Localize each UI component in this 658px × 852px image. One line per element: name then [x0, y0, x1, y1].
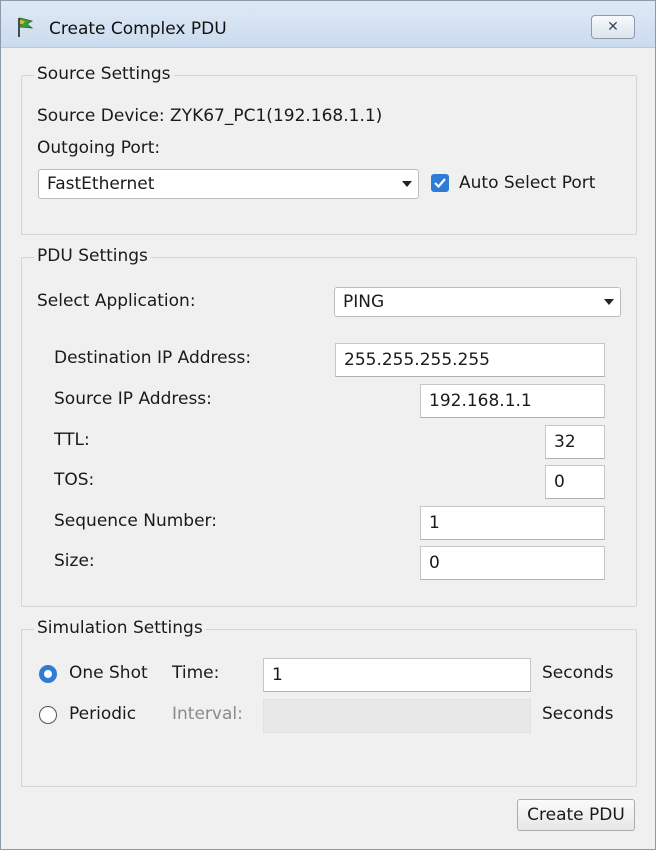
pdu-settings-group: PDU Settings Select Application: PING De… — [21, 246, 637, 607]
interval-input[interactable] — [263, 699, 531, 733]
simulation-settings-group: Simulation Settings One Shot Time: 1 Sec… — [21, 618, 637, 787]
ttl-input[interactable]: 32 — [545, 425, 605, 459]
title-bar: Create Complex PDU ✕ — [1, 1, 655, 48]
time-label: Time: — [172, 663, 220, 683]
time-input[interactable]: 1 — [263, 658, 531, 692]
close-icon: ✕ — [607, 19, 619, 35]
size-input[interactable]: 0 — [420, 546, 605, 580]
interval-unit-label: Seconds — [542, 704, 614, 724]
destination-ip-label: Destination IP Address: — [54, 348, 252, 368]
application-select[interactable]: PING — [334, 287, 621, 317]
source-ip-input[interactable]: 192.168.1.1 — [420, 384, 605, 418]
simulation-settings-legend: Simulation Settings — [34, 618, 206, 638]
select-application-label: Select Application: — [37, 291, 196, 311]
outgoing-port-value: FastEthernet — [47, 174, 155, 194]
create-complex-pdu-dialog: Create Complex PDU ✕ Source Settings Sou… — [0, 0, 656, 850]
application-value: PING — [343, 292, 385, 312]
one-shot-label[interactable]: One Shot — [69, 663, 148, 683]
auto-select-port-checkbox[interactable] — [431, 174, 449, 192]
outgoing-port-select[interactable]: FastEthernet — [38, 169, 419, 199]
tos-input[interactable]: 0 — [545, 465, 605, 499]
sequence-number-input[interactable]: 1 — [420, 506, 605, 540]
checkmark-icon — [434, 178, 446, 189]
close-button[interactable]: ✕ — [591, 15, 635, 39]
chevron-down-icon — [402, 181, 412, 187]
tos-label: TOS: — [54, 470, 95, 490]
chevron-down-icon — [604, 299, 614, 305]
periodic-radio[interactable] — [39, 706, 57, 724]
destination-ip-input[interactable]: 255.255.255.255 — [335, 343, 605, 377]
auto-select-port-label[interactable]: Auto Select Port — [459, 173, 595, 193]
size-label: Size: — [54, 551, 95, 571]
one-shot-radio[interactable] — [39, 665, 57, 683]
create-pdu-button[interactable]: Create PDU — [517, 799, 635, 831]
time-unit-label: Seconds — [542, 663, 614, 683]
periodic-label[interactable]: Periodic — [69, 704, 136, 724]
source-ip-label: Source IP Address: — [54, 389, 212, 409]
pdu-settings-legend: PDU Settings — [34, 246, 151, 266]
sequence-number-label: Sequence Number: — [54, 511, 217, 531]
source-settings-legend: Source Settings — [34, 64, 174, 84]
source-settings-group: Source Settings Source Device: ZYK67_PC1… — [21, 64, 637, 235]
interval-label: Interval: — [172, 704, 243, 724]
outgoing-port-label: Outgoing Port: — [37, 138, 161, 158]
window-title: Create Complex PDU — [49, 19, 227, 39]
packet-tracer-pdu-icon — [18, 17, 34, 37]
source-device-label: Source Device: ZYK67_PC1(192.168.1.1) — [37, 106, 383, 126]
ttl-label: TTL: — [54, 430, 90, 450]
